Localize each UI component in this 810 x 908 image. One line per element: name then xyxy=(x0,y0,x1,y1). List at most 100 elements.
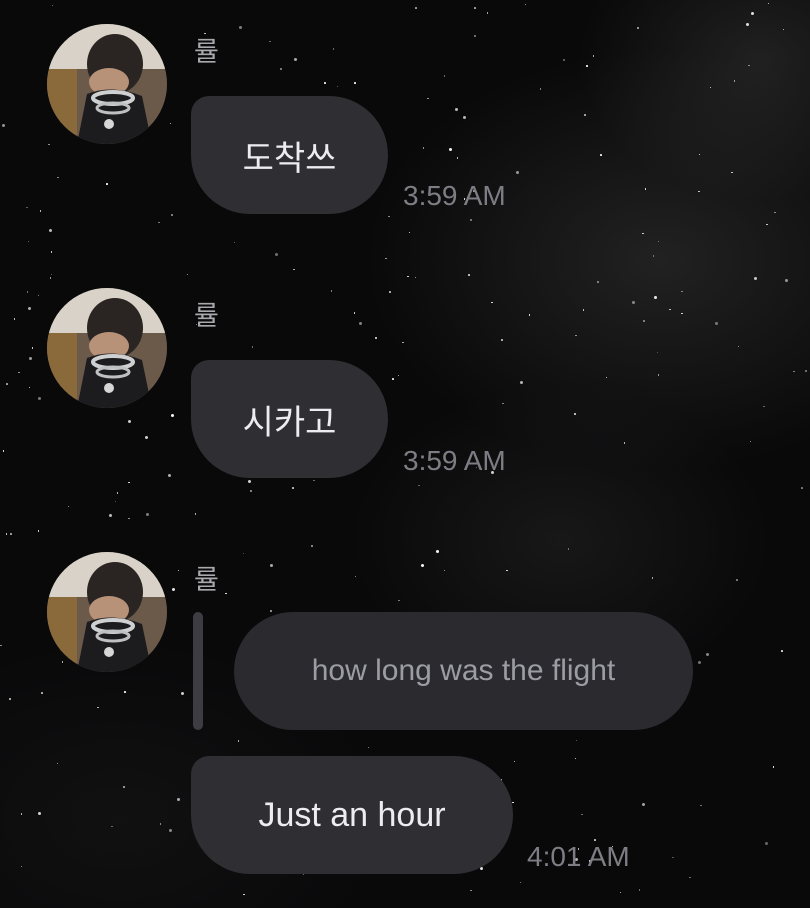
star-dot xyxy=(623,442,626,444)
star-dot xyxy=(177,569,180,572)
star-dot xyxy=(669,308,671,311)
star-dot xyxy=(172,588,176,592)
star-dot xyxy=(502,402,504,405)
star-dot xyxy=(50,273,53,276)
sender-name: 률 xyxy=(194,565,219,595)
star-dot xyxy=(749,440,752,443)
star-dot xyxy=(389,291,391,293)
star-dot xyxy=(681,290,683,293)
star-dot xyxy=(782,28,785,31)
star-dot xyxy=(700,804,702,806)
star-dot xyxy=(49,277,52,279)
star-dot xyxy=(420,564,424,568)
star-dot xyxy=(468,274,470,276)
star-dot xyxy=(26,206,28,209)
star-dot xyxy=(793,370,795,373)
star-dot xyxy=(28,386,31,389)
star-dot xyxy=(689,876,691,879)
star-dot xyxy=(784,279,788,282)
star-dot xyxy=(145,436,149,440)
star-dot xyxy=(506,569,508,572)
star-dot xyxy=(801,487,803,489)
star-dot xyxy=(2,450,5,452)
star-dot xyxy=(176,797,180,801)
star-dot xyxy=(311,545,313,547)
star-dot xyxy=(6,383,8,385)
star-dot xyxy=(656,351,659,354)
sender-avatar[interactable] xyxy=(47,288,167,408)
star-dot xyxy=(470,219,472,221)
star-dot xyxy=(330,290,333,292)
star-dot xyxy=(765,841,769,845)
star-dot xyxy=(274,252,278,256)
star-dot xyxy=(774,211,776,214)
sender-name: 률 xyxy=(194,301,219,331)
star-dot xyxy=(28,306,31,310)
star-dot xyxy=(422,147,425,149)
star-dot xyxy=(763,405,765,408)
star-dot xyxy=(574,757,577,760)
quoted-reply-bubble[interactable]: how long was the flight xyxy=(234,612,693,730)
star-dot xyxy=(109,514,112,518)
star-dot xyxy=(657,374,660,376)
sender-avatar[interactable] xyxy=(47,552,167,672)
star-dot xyxy=(643,320,645,322)
star-dot xyxy=(302,873,305,876)
star-dot xyxy=(443,75,446,77)
star-dot xyxy=(418,484,420,487)
star-dot xyxy=(767,2,770,5)
message-text: 도착쓰 xyxy=(242,139,337,178)
star-dot xyxy=(672,856,674,859)
star-dot xyxy=(737,345,740,348)
star-dot xyxy=(605,376,607,379)
star-dot xyxy=(515,170,519,174)
star-dot xyxy=(397,374,400,377)
star-dot xyxy=(637,27,639,29)
message-bubble[interactable]: Just an hour xyxy=(191,756,513,874)
star-dot xyxy=(41,692,43,694)
star-dot xyxy=(20,813,23,815)
star-dot xyxy=(681,312,683,315)
star-dot xyxy=(698,153,701,156)
star-dot xyxy=(353,312,356,314)
star-dot xyxy=(194,513,196,515)
star-dot xyxy=(0,644,2,647)
star-dot xyxy=(116,492,119,494)
star-dot xyxy=(651,577,654,579)
message-bubble[interactable]: 도착쓰 xyxy=(191,96,388,214)
star-dot xyxy=(181,691,185,695)
star-dot xyxy=(324,82,326,84)
star-dot xyxy=(600,154,602,156)
star-dot xyxy=(26,291,29,293)
star-dot xyxy=(242,552,244,555)
star-dot xyxy=(456,157,459,159)
message-text: Just an hour xyxy=(258,795,446,834)
message-timestamp: 3:59 AM xyxy=(403,180,506,211)
star-dot xyxy=(563,59,565,61)
star-dot xyxy=(238,26,242,30)
star-dot xyxy=(332,48,334,50)
message-bubble[interactable]: 시카고 xyxy=(191,360,388,478)
star-dot xyxy=(486,12,488,14)
star-dot xyxy=(158,221,160,224)
star-dot xyxy=(313,479,315,481)
message-timestamp: 4:01 AM xyxy=(527,841,630,872)
star-dot xyxy=(398,599,400,602)
star-dot xyxy=(436,549,439,553)
star-dot xyxy=(455,107,459,111)
star-dot xyxy=(124,691,126,693)
sender-avatar[interactable] xyxy=(47,24,167,144)
star-dot xyxy=(474,35,476,37)
star-dot xyxy=(67,505,70,508)
star-dot xyxy=(631,301,635,305)
star-dot xyxy=(2,124,6,128)
star-dot xyxy=(520,380,524,384)
star-dot xyxy=(39,210,42,212)
star-dot xyxy=(392,378,394,380)
star-dot xyxy=(233,241,235,243)
star-dot xyxy=(56,762,59,764)
star-dot xyxy=(37,294,40,297)
star-dot xyxy=(146,512,150,516)
message-timestamp: 3:59 AM xyxy=(403,445,506,476)
star-dot xyxy=(293,57,297,61)
